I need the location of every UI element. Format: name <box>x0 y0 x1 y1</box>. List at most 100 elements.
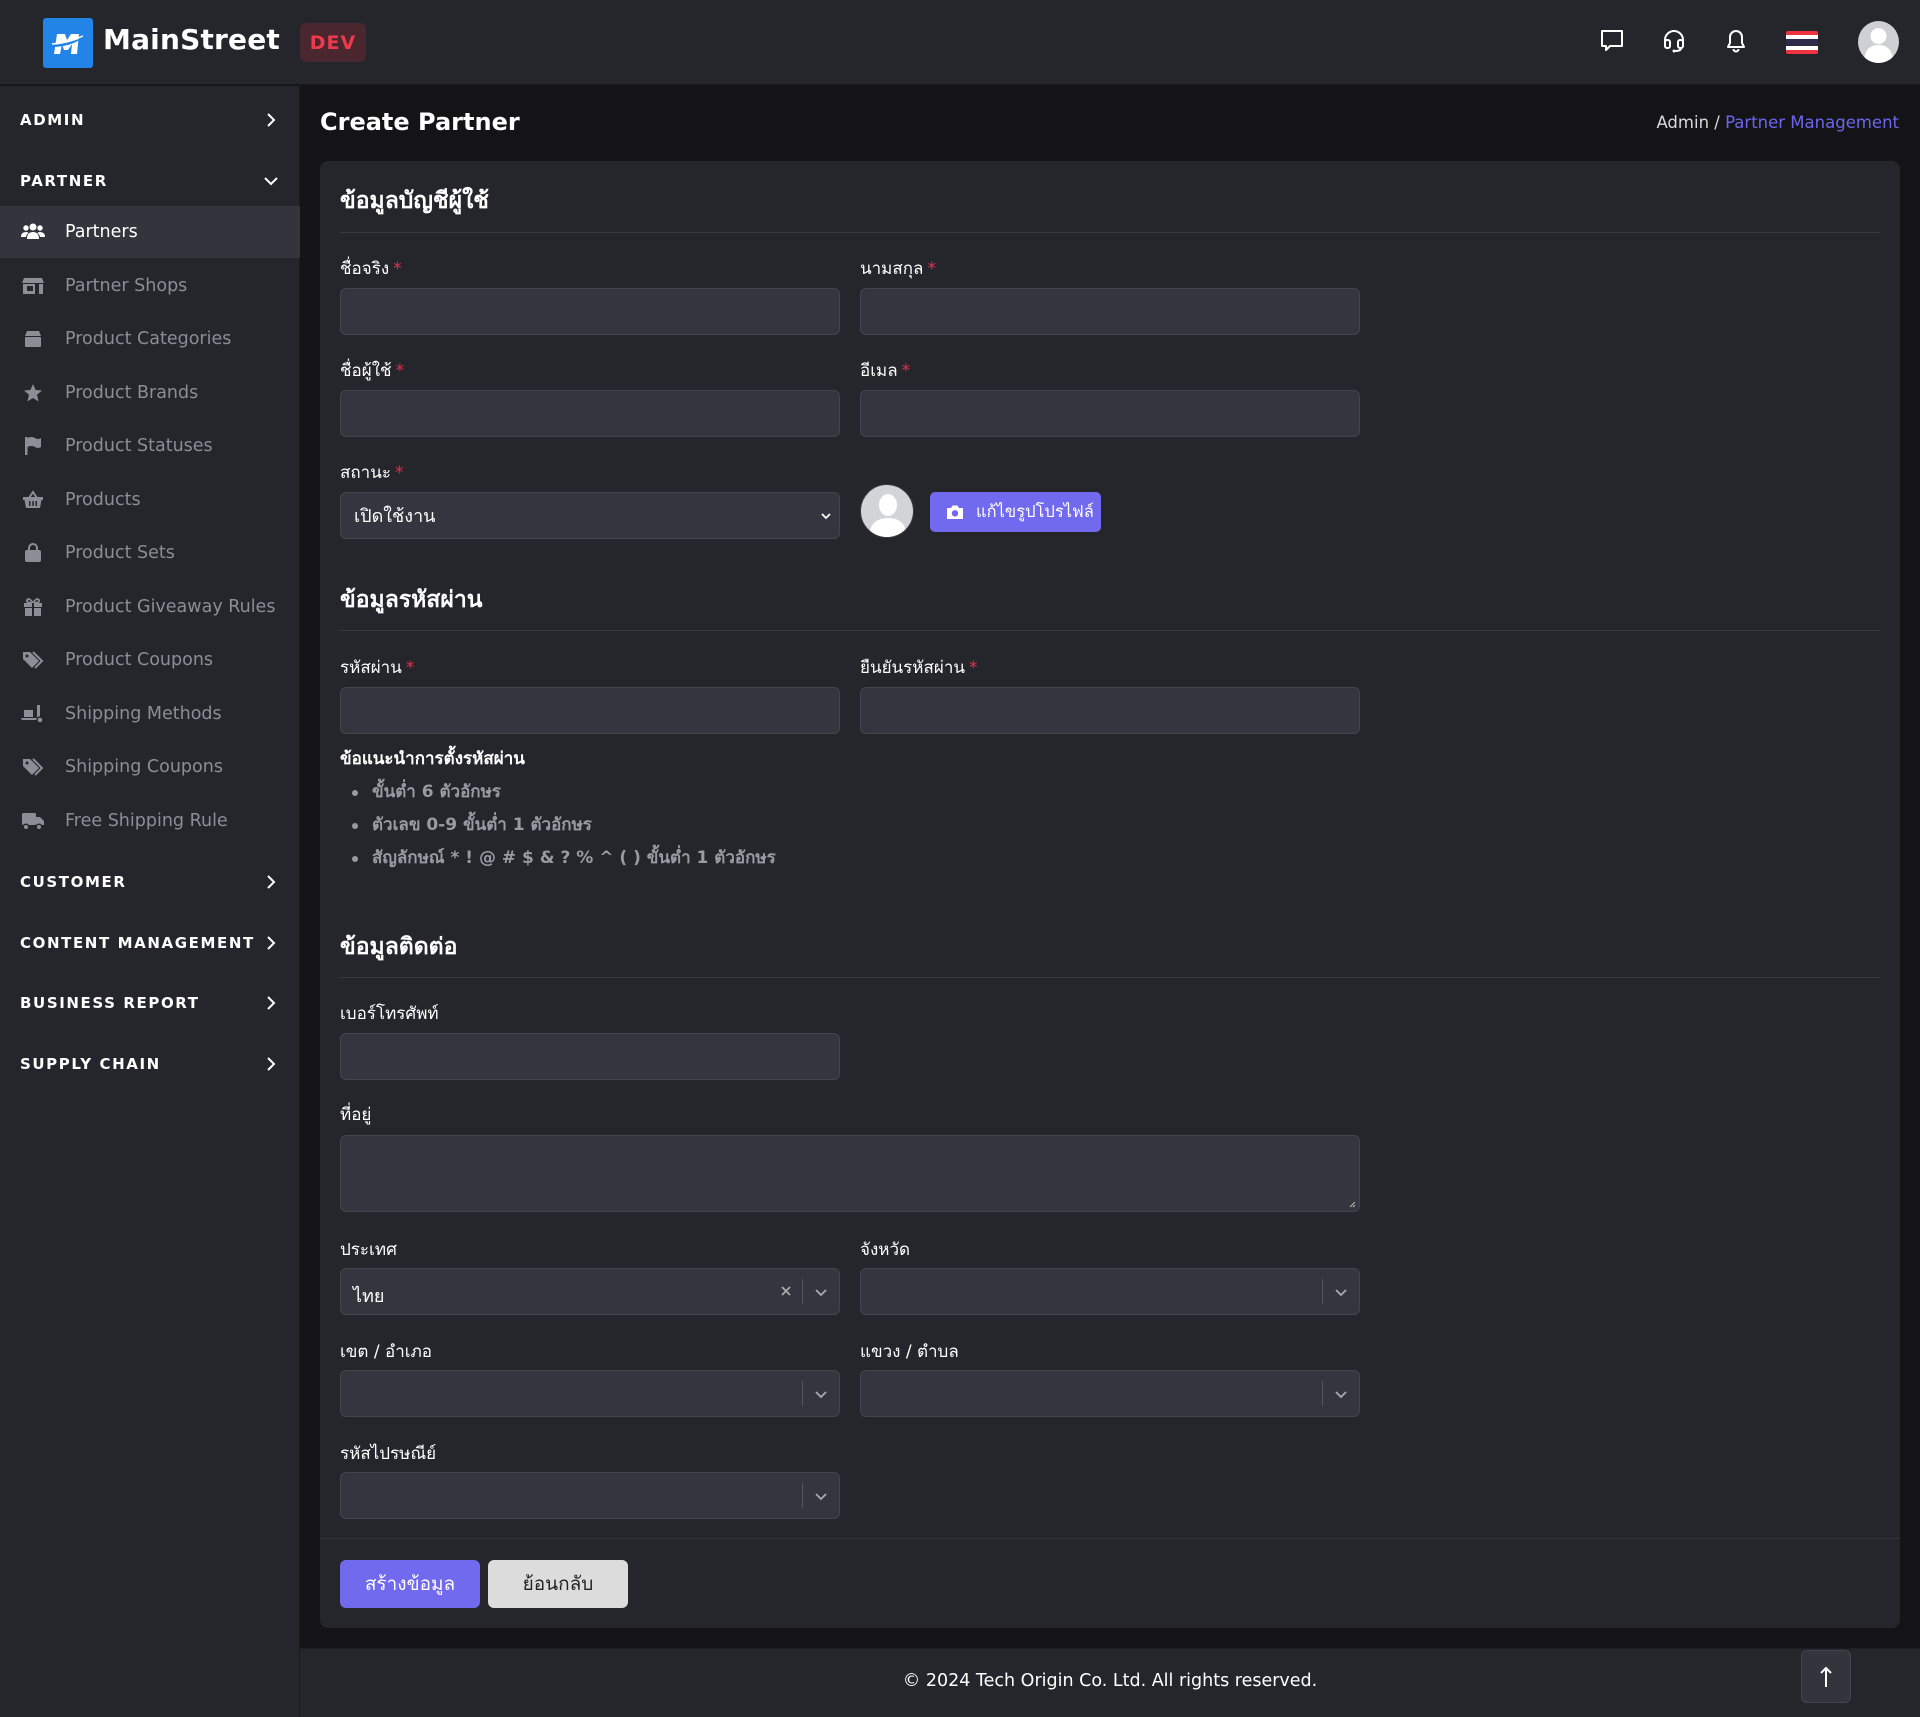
select-separator <box>1322 1381 1323 1406</box>
chevron-right-icon <box>267 1057 276 1071</box>
label-text: นามสกุล <box>860 259 924 279</box>
sidebar-section-supply-chain[interactable]: SUPPLY CHAIN <box>0 1044 300 1084</box>
province-select[interactable] <box>860 1268 1360 1315</box>
edit-profile-photo-button[interactable]: แก้ไขรูปโปรไฟล์ <box>930 492 1101 532</box>
sidebar-item-label: Products <box>65 490 141 510</box>
confirm-password-input[interactable] <box>860 687 1360 734</box>
chevron-down-icon[interactable] <box>1333 1284 1349 1300</box>
create-button[interactable]: สร้างข้อมูล <box>340 1560 480 1608</box>
chevron-down-icon[interactable] <box>1333 1386 1349 1402</box>
sidebar-section-label: ADMIN <box>20 111 86 129</box>
section-divider <box>340 977 1880 978</box>
sidebar-item-free-shipping-rule[interactable]: Free Shipping Rule <box>0 795 300 847</box>
back-button[interactable]: ย้อนกลับ <box>488 1560 628 1608</box>
chevron-down-icon[interactable] <box>813 1284 829 1300</box>
required-mark: * <box>969 658 978 678</box>
sidebar-item-label: Product Categories <box>65 329 232 349</box>
box-icon <box>21 327 45 351</box>
sidebar-section-label: CUSTOMER <box>20 873 127 891</box>
scroll-to-top-button[interactable] <box>1801 1650 1851 1703</box>
chevron-down-icon[interactable] <box>813 1488 829 1504</box>
subdistrict-label: แขวง / ตำบล <box>860 1342 959 1362</box>
contact-section-title: ข้อมูลติดต่อ <box>340 934 458 960</box>
confirm-password-label: ยืนยันรหัสผ่าน * <box>860 654 978 681</box>
postcode-select[interactable] <box>340 1472 840 1519</box>
country-label: ประเทศ <box>340 1240 397 1260</box>
chat-icon[interactable] <box>1595 24 1629 58</box>
label-text: อีเมล <box>860 361 898 381</box>
chevron-right-icon <box>267 875 276 889</box>
password-input[interactable] <box>340 687 840 734</box>
sidebar-section-partner[interactable]: PARTNER <box>0 161 300 201</box>
sidebar-item-product-statuses[interactable]: Product Statuses <box>0 420 300 472</box>
tags-icon <box>21 755 45 779</box>
label-text: รหัสผ่าน <box>340 658 402 678</box>
clear-icon[interactable] <box>777 1282 795 1300</box>
user-avatar[interactable] <box>1858 21 1899 63</box>
sidebar-item-label: Product Giveaway Rules <box>65 597 276 617</box>
chevron-right-icon <box>267 996 276 1010</box>
status-select[interactable]: เปิดใช้งาน <box>340 492 840 539</box>
breadcrumb-separator: / <box>1714 113 1720 132</box>
sidebar-section-content-management[interactable]: CONTENT MANAGEMENT <box>0 923 300 963</box>
headset-icon[interactable] <box>1657 24 1691 58</box>
sidebar-item-partner-shops[interactable]: Partner Shops <box>0 260 300 312</box>
password-hint-item: สัญลักษณ์ * ! @ # $ & ? % ^ ( ) ขั้นต่ำ … <box>352 844 776 877</box>
sidebar-section-customer[interactable]: CUSTOMER <box>0 862 300 902</box>
chevron-down-icon[interactable] <box>813 1386 829 1402</box>
phone-label: เบอร์โทรศัพท์ <box>340 1004 439 1024</box>
resize-handle-icon[interactable] <box>1348 1200 1356 1208</box>
dolly-icon <box>21 702 45 726</box>
chevron-right-icon <box>267 936 276 950</box>
bell-icon[interactable] <box>1719 24 1753 58</box>
email-input[interactable] <box>860 390 1360 437</box>
label-text: ชื่อผู้ใช้ <box>340 361 392 381</box>
sidebar-item-label: Partners <box>65 222 138 242</box>
first-name-input[interactable] <box>340 288 840 335</box>
sidebar-item-product-sets[interactable]: Product Sets <box>0 527 300 579</box>
required-mark: * <box>927 259 936 279</box>
district-select[interactable] <box>340 1370 840 1417</box>
sidebar-item-product-categories[interactable]: Product Categories <box>0 313 300 365</box>
sidebar-item-products[interactable]: Products <box>0 474 300 526</box>
sidebar-section-admin[interactable]: ADMIN <box>0 100 300 140</box>
last-name-input[interactable] <box>860 288 1360 335</box>
sidebar-item-product-coupons[interactable]: Product Coupons <box>0 634 300 686</box>
subdistrict-select[interactable] <box>860 1370 1360 1417</box>
card-footer-divider <box>320 1538 1900 1539</box>
required-mark: * <box>901 361 911 381</box>
breadcrumb-root[interactable]: Admin <box>1656 113 1709 132</box>
sidebar-item-shipping-coupons[interactable]: Shipping Coupons <box>0 741 300 793</box>
country-select[interactable]: ไทย <box>340 1268 840 1315</box>
sidebar-item-shipping-methods[interactable]: Shipping Methods <box>0 688 300 740</box>
label-text: ยืนยันรหัสผ่าน <box>860 658 966 678</box>
thai-flag-icon[interactable] <box>1786 31 1818 54</box>
arrow-up-icon <box>1820 1666 1832 1687</box>
sidebar-item-label: Product Coupons <box>65 650 214 670</box>
sidebar-item-product-giveaway-rules[interactable]: Product Giveaway Rules <box>0 581 300 633</box>
brand-name[interactable]: MainStreet <box>103 23 280 56</box>
truck-icon <box>21 809 45 833</box>
address-textarea[interactable] <box>340 1135 1360 1212</box>
sidebar-section-business-report[interactable]: BUSINESS REPORT <box>0 983 300 1023</box>
gift-icon <box>21 595 45 619</box>
sidebar-item-label: Partner Shops <box>65 276 188 296</box>
camera-icon <box>947 505 963 519</box>
bag-icon <box>21 541 45 565</box>
username-input[interactable] <box>340 390 840 437</box>
sidebar-item-product-brands[interactable]: Product Brands <box>0 367 300 419</box>
sidebar-item-label: Product Sets <box>65 543 175 563</box>
sidebar-section-label: SUPPLY CHAIN <box>20 1055 161 1073</box>
breadcrumb-current[interactable]: Partner Management <box>1725 113 1899 132</box>
chevron-right-icon <box>267 113 276 127</box>
password-hint-title: ข้อแนะนำการตั้งรหัสผ่าน <box>340 749 525 769</box>
status-select-value: เปิดใช้งาน <box>354 506 436 527</box>
sidebar: ADMIN PARTNER Partners Partner Shops Pro… <box>0 86 300 1717</box>
phone-input[interactable] <box>340 1033 840 1080</box>
sidebar-item-partners[interactable]: Partners <box>0 206 300 258</box>
logo-icon[interactable] <box>43 18 93 68</box>
section-divider <box>340 630 1880 631</box>
password-hint-item: ตัวเลข 0-9 ขั้นต่ำ 1 ตัวอักษร <box>352 811 776 844</box>
section-divider <box>340 232 1880 233</box>
password-hint-item: ขั้นต่ำ 6 ตัวอักษร <box>352 778 776 811</box>
